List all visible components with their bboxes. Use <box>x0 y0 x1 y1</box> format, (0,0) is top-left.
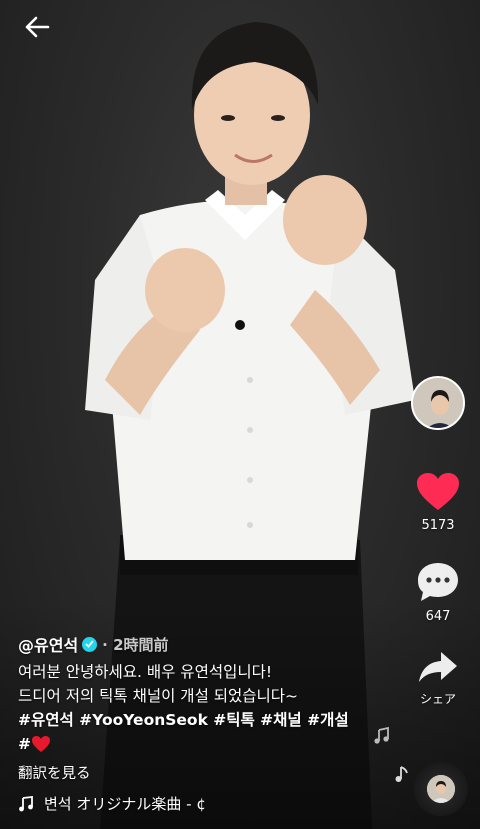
comment-count: 647 <box>425 609 451 624</box>
music-label: 변석 オリジナル楽曲 - ¢ <box>44 795 206 813</box>
heart-icon <box>417 473 459 510</box>
caption: 여러분 안녕하세요. 배우 유연석입니다! 드디어 저의 틱톡 채널이 개설 되… <box>18 660 378 708</box>
floating-note-icon <box>374 726 389 744</box>
post-time: · 2時間前 <box>102 635 169 654</box>
music-note-icon <box>19 795 33 811</box>
arrow-left-icon <box>25 16 50 38</box>
verified-icon <box>82 636 98 652</box>
red-heart-emoji-icon <box>32 736 50 752</box>
post-info: @유연석 · 2時間前 여러분 안녕하세요. 배우 유연석입니다! 드디어 저의… <box>18 632 378 783</box>
music-row[interactable]: 변석 オリジナル楽曲 - ¢ <box>18 793 248 814</box>
caption-line-1: 여러분 안녕하세요. 배우 유연석입니다! <box>18 663 273 681</box>
caption-line-2: 드디어 저의 틱톡 채널이 개설 되었습니다~ <box>18 687 299 705</box>
like-button[interactable]: 5173 <box>416 472 460 533</box>
creator-avatar[interactable] <box>411 376 465 430</box>
disc-avatar <box>427 775 455 803</box>
hashtag-prefix: # <box>18 735 31 753</box>
comment-button[interactable]: 647 <box>416 561 460 624</box>
hashtag-list[interactable]: #유연석 #YooYeonSeok #틱톡 #채널 #개설 <box>18 708 378 732</box>
share-label: シェア <box>419 692 456 706</box>
translate-link[interactable]: 翻訳を見る <box>18 762 378 783</box>
like-count: 5173 <box>421 518 455 533</box>
floating-note-icon <box>395 766 408 782</box>
video-screen[interactable]: 5173 647 シェア @유연석 · 2時間前 여러분 안녕하세요. 배우 유… <box>0 0 480 829</box>
share-button[interactable]: シェア <box>417 650 459 707</box>
share-arrow-icon <box>419 652 457 682</box>
comment-bubble-icon <box>418 563 458 601</box>
heart-hashtag[interactable]: # <box>18 732 378 756</box>
user-row: @유연석 · 2時間前 <box>18 632 378 656</box>
action-rail: 5173 647 シェア <box>408 376 468 707</box>
username[interactable]: @유연석 <box>18 632 78 656</box>
avatar-image <box>413 378 463 428</box>
music-disc[interactable] <box>414 762 468 816</box>
back-button[interactable] <box>20 10 54 44</box>
